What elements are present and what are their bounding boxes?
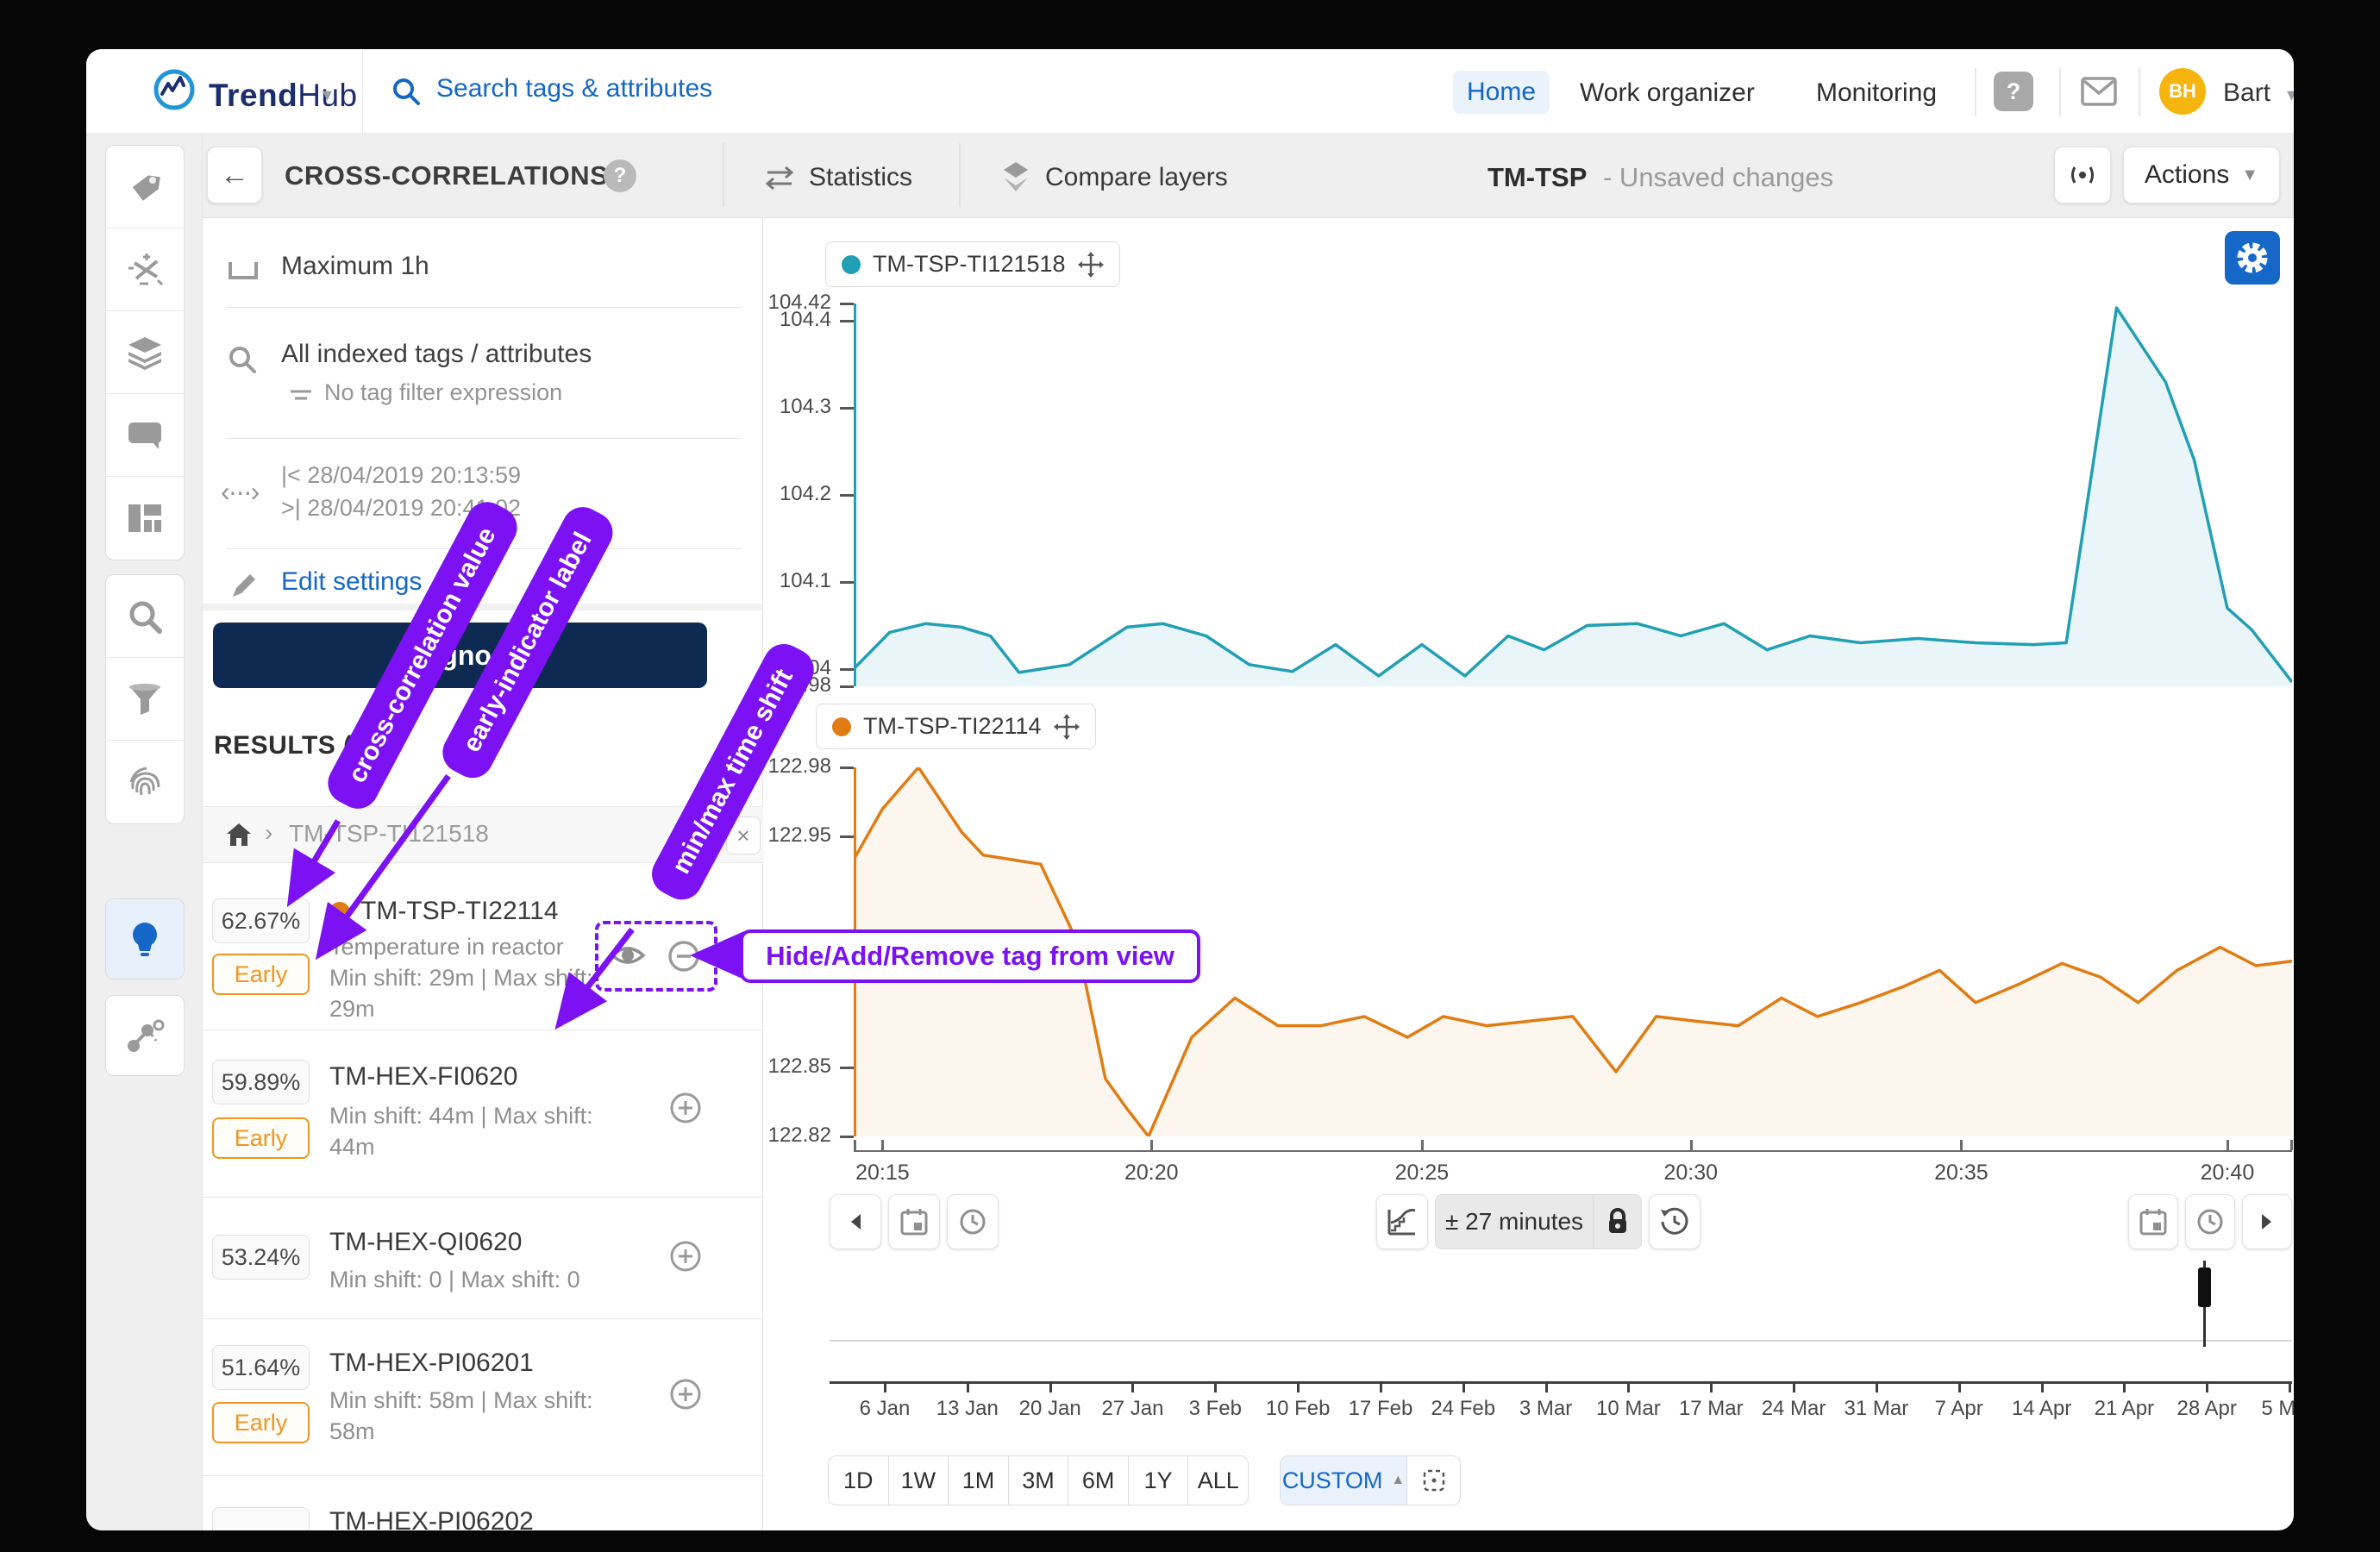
calendar-start-button[interactable]	[888, 1194, 940, 1249]
trend-steps-icon	[1387, 1207, 1418, 1236]
screenshot-stage: TrendHub ▾ Home Work organizer Monitorin…	[0, 0, 2380, 1552]
zoom-6m[interactable]: 6M	[1068, 1456, 1129, 1505]
month-tick-label: 5 May	[2238, 1397, 2294, 1421]
zoom-custom-label: CUSTOM	[1282, 1468, 1383, 1494]
y-tick	[840, 835, 854, 838]
frame-icon	[1422, 1468, 1446, 1493]
month-axis	[830, 1381, 2292, 1384]
y-tick	[840, 303, 854, 305]
focus-chart-button[interactable]	[1406, 1456, 1460, 1505]
y-tick	[840, 581, 854, 584]
y-tick-label: 104.1	[698, 569, 831, 593]
trend-chart-TM-TSP-TI121518[interactable]	[854, 304, 2292, 686]
clock-icon	[2195, 1207, 2225, 1236]
y-tick-label: 122.82	[698, 1123, 831, 1148]
clock-icon	[958, 1207, 987, 1236]
x-tick	[881, 1140, 884, 1150]
y-tick	[840, 1136, 854, 1138]
y-tick	[840, 494, 854, 497]
x-tick-label: 20:40	[2176, 1161, 2279, 1186]
x-tick	[1421, 1140, 1424, 1150]
zoom-1m[interactable]: 1M	[949, 1456, 1009, 1505]
step-back-button[interactable]	[830, 1194, 881, 1249]
y-tick	[840, 668, 854, 671]
timeline-scrubber-handle[interactable]	[2198, 1267, 2211, 1307]
tag-controls-highlight	[595, 921, 717, 992]
y-tick	[840, 320, 854, 322]
zoom-1d[interactable]: 1D	[829, 1456, 889, 1505]
time-shift-range-button[interactable]: ± 27 minutes	[1435, 1194, 1642, 1249]
trend-compare-button[interactable]	[1376, 1194, 1428, 1249]
left-triangle-icon	[849, 1212, 862, 1231]
history-icon	[1659, 1206, 1690, 1237]
right-triangle-icon	[2260, 1212, 2274, 1231]
zoom-custom-group: CUSTOM ▲	[1280, 1455, 1461, 1505]
x-tick-label: 20:15	[830, 1161, 934, 1186]
x-tick-label: 20:20	[1099, 1161, 1203, 1186]
x-tick	[854, 1140, 856, 1150]
zoom-1w[interactable]: 1W	[889, 1456, 949, 1505]
x-tick-label: 20:30	[1639, 1161, 1743, 1186]
caret-up-icon: ▲	[1391, 1473, 1405, 1488]
calendar-icon	[899, 1207, 929, 1236]
zoom-all[interactable]: ALL	[1188, 1456, 1248, 1505]
x-tick-label: 20:25	[1370, 1161, 1474, 1186]
callout-hide-add-remove: Hide/Add/Remove tag from view	[740, 929, 1200, 983]
y-tick	[840, 685, 854, 688]
x-tick	[1690, 1140, 1693, 1150]
calendar-icon	[2139, 1207, 2168, 1236]
step-forward-button[interactable]	[2242, 1194, 2292, 1249]
zoom-3m[interactable]: 3M	[1009, 1456, 1069, 1505]
context-bar[interactable]	[830, 1267, 2292, 1342]
y-tick	[840, 407, 854, 410]
x-tick	[2290, 1140, 2293, 1150]
lock-icon[interactable]	[1593, 1194, 1641, 1249]
zoom-1y[interactable]: 1Y	[1129, 1456, 1189, 1505]
y-tick	[840, 767, 854, 769]
x-tick	[1960, 1140, 1963, 1150]
y-tick-label: 122.85	[698, 1054, 831, 1079]
zoom-custom[interactable]: CUSTOM ▲	[1281, 1456, 1406, 1505]
y-tick	[840, 1067, 854, 1069]
time-axis	[854, 1150, 2292, 1152]
x-tick	[2227, 1140, 2229, 1150]
time-shift-range-label: ± 27 minutes	[1436, 1208, 1593, 1236]
app-window: TrendHub ▾ Home Work organizer Monitorin…	[86, 49, 2294, 1530]
clock-end-button[interactable]	[2185, 1194, 2235, 1249]
calendar-end-button[interactable]	[2128, 1194, 2178, 1249]
y-tick-label: 104.4	[698, 308, 831, 332]
x-tick	[1150, 1140, 1153, 1150]
zoom-preset-group: 1D 1W 1M 3M 6M 1Y ALL	[828, 1455, 1249, 1505]
y-tick-label: 104.3	[698, 395, 831, 419]
y-tick-label: 104.2	[698, 482, 831, 506]
history-button[interactable]	[1649, 1194, 1700, 1249]
x-tick-label: 20:35	[1909, 1161, 2013, 1186]
clock-start-button[interactable]	[947, 1194, 999, 1249]
